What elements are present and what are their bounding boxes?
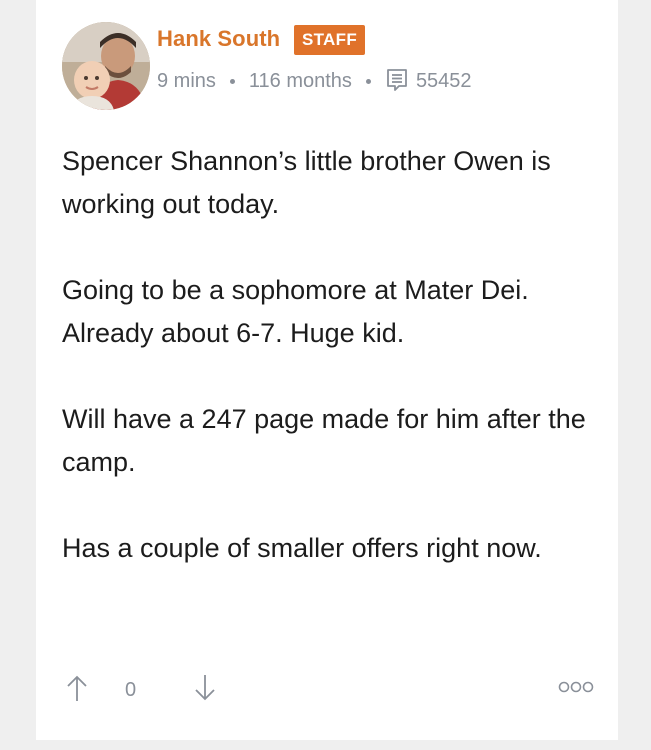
post-body: Spencer Shannon’s little brother Owen is… bbox=[62, 140, 602, 613]
post-card: Hank South STAFF 9 mins 116 months 55452… bbox=[36, 0, 618, 740]
vote-count: 0 bbox=[125, 679, 137, 701]
comment-count[interactable]: 55452 bbox=[416, 70, 472, 93]
post-paragraph: Will have a 247 page made for him after … bbox=[62, 404, 586, 477]
post-actions: 0 bbox=[64, 674, 594, 704]
post-meta: 9 mins 116 months 55452 bbox=[157, 66, 472, 96]
avatar[interactable] bbox=[62, 22, 150, 110]
staff-badge: STAFF bbox=[294, 25, 366, 55]
post-paragraph: Going to be a sophomore at Mater Dei. Al… bbox=[62, 275, 529, 348]
author-name[interactable]: Hank South bbox=[157, 26, 280, 52]
separator-dot bbox=[365, 78, 371, 84]
separator-dot bbox=[229, 78, 235, 84]
arrow-down-icon[interactable] bbox=[192, 674, 218, 707]
arrow-up-icon[interactable] bbox=[64, 674, 90, 707]
comment-list-icon bbox=[385, 68, 409, 98]
post-paragraph: Has a couple of smaller offers right now… bbox=[62, 533, 542, 563]
membership-duration: 116 months bbox=[248, 69, 352, 92]
post-time: 9 mins bbox=[157, 69, 216, 92]
avatar-image bbox=[62, 22, 150, 110]
post-paragraph: Spencer Shannon’s little brother Owen is… bbox=[62, 146, 551, 219]
more-options-icon[interactable] bbox=[558, 680, 594, 699]
